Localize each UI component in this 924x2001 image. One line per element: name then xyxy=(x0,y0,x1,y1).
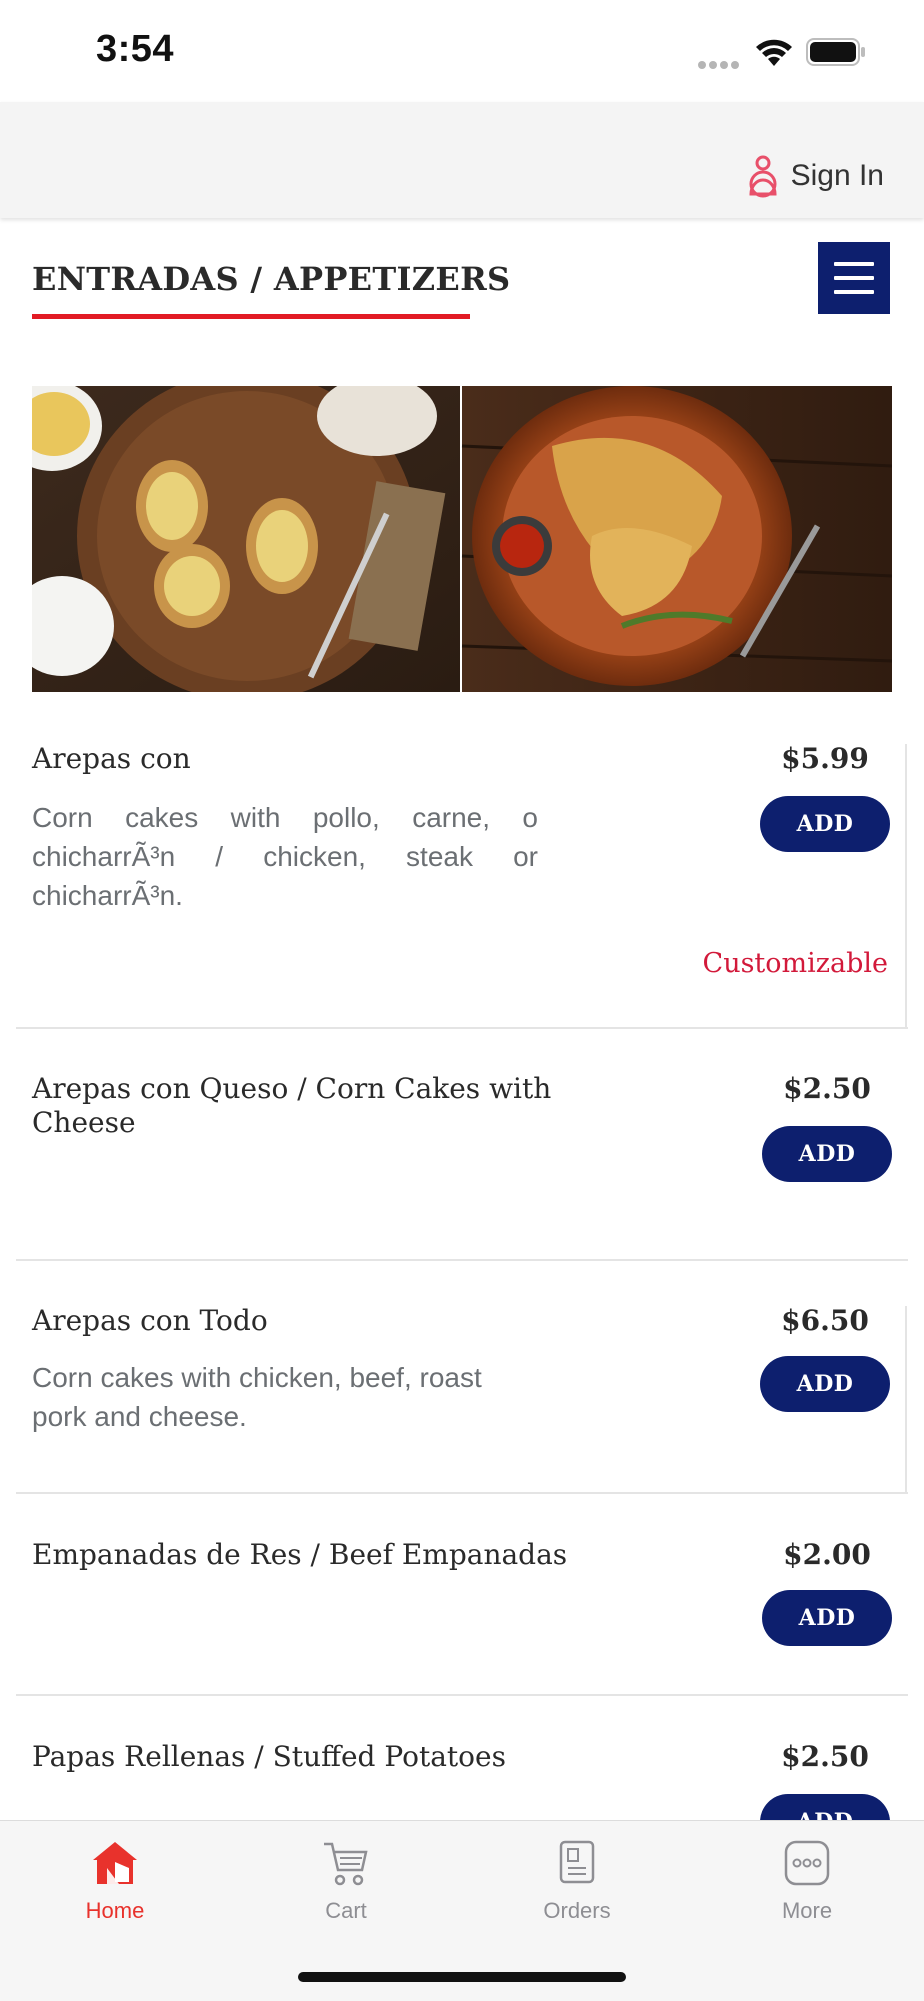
add-button[interactable]: ADD xyxy=(760,796,890,852)
item-price: $2.50 xyxy=(781,1740,869,1773)
user-icon xyxy=(749,155,777,198)
add-button[interactable]: ADD xyxy=(762,1126,892,1182)
category-hero-image xyxy=(32,386,892,692)
item-name: Papas Rellenas / Stuffed Potatoes xyxy=(32,1740,506,1773)
divider xyxy=(16,1027,908,1029)
item-name: Arepas con Queso / Corn Cakes with Chees… xyxy=(32,1072,552,1139)
home-indicator xyxy=(298,1972,626,1982)
menu-item[interactable]: Arepas con Todo Corn cakes with chicken,… xyxy=(0,1302,924,1490)
item-price: $6.50 xyxy=(781,1304,869,1337)
more-icon xyxy=(784,1840,830,1886)
battery-icon xyxy=(806,38,865,66)
menu-item[interactable]: Empanadas de Res / Beef Empanadas $2.00 … xyxy=(0,1536,924,1694)
add-button[interactable]: ADD xyxy=(760,1794,890,1820)
sign-in-label: Sign In xyxy=(790,159,884,192)
tab-orders[interactable]: Orders xyxy=(497,1838,657,1924)
cart-icon xyxy=(324,1842,368,1886)
menu-item[interactable]: Papas Rellenas / Stuffed Potatoes $2.50 … xyxy=(0,1738,924,1820)
item-price: $2.00 xyxy=(783,1538,871,1571)
item-description: Corn cakes with chicken, beef, roast por… xyxy=(32,1362,482,1432)
wifi-icon xyxy=(756,39,792,66)
cellular-signal-icon xyxy=(698,56,742,69)
item-name: Arepas con Todo xyxy=(32,1304,268,1337)
menu-item[interactable]: Arepas con Queso / Corn Cakes with Chees… xyxy=(0,1070,924,1258)
section-title-underline xyxy=(32,314,470,319)
orders-icon xyxy=(559,1840,595,1884)
divider xyxy=(16,1694,908,1696)
tab-label: More xyxy=(781,1898,833,1923)
tab-home[interactable]: Home xyxy=(35,1838,195,1924)
divider xyxy=(16,1492,908,1494)
home-icon xyxy=(93,1842,137,1884)
item-description: Corn cakes with pollo, carne, o chicharr… xyxy=(32,802,538,911)
tab-cart[interactable]: Cart xyxy=(266,1838,426,1924)
tab-label: Home xyxy=(85,1898,145,1923)
section-title: ENTRADAS / APPETIZERS xyxy=(32,260,511,298)
item-name: Empanadas de Res / Beef Empanadas xyxy=(32,1538,568,1571)
item-name: Arepas con xyxy=(32,742,191,775)
menu-item[interactable]: Arepas con Corn cakes with pollo, carne,… xyxy=(0,740,924,1028)
card-border xyxy=(905,744,907,1028)
tab-more[interactable]: More xyxy=(727,1838,887,1924)
item-price: $2.50 xyxy=(783,1072,871,1105)
card-border xyxy=(905,1306,907,1492)
customizable-label[interactable]: Customizable xyxy=(703,948,888,979)
add-button[interactable]: ADD xyxy=(762,1590,892,1646)
category-menu-button[interactable] xyxy=(818,242,890,314)
divider xyxy=(16,1259,908,1261)
item-price: $5.99 xyxy=(781,742,869,775)
add-button[interactable]: ADD xyxy=(760,1356,890,1412)
tab-label: Orders xyxy=(543,1898,611,1923)
status-time: 3:54 xyxy=(96,28,175,70)
tab-label: Cart xyxy=(325,1898,367,1923)
sign-in-button[interactable]: Sign In xyxy=(745,150,884,202)
